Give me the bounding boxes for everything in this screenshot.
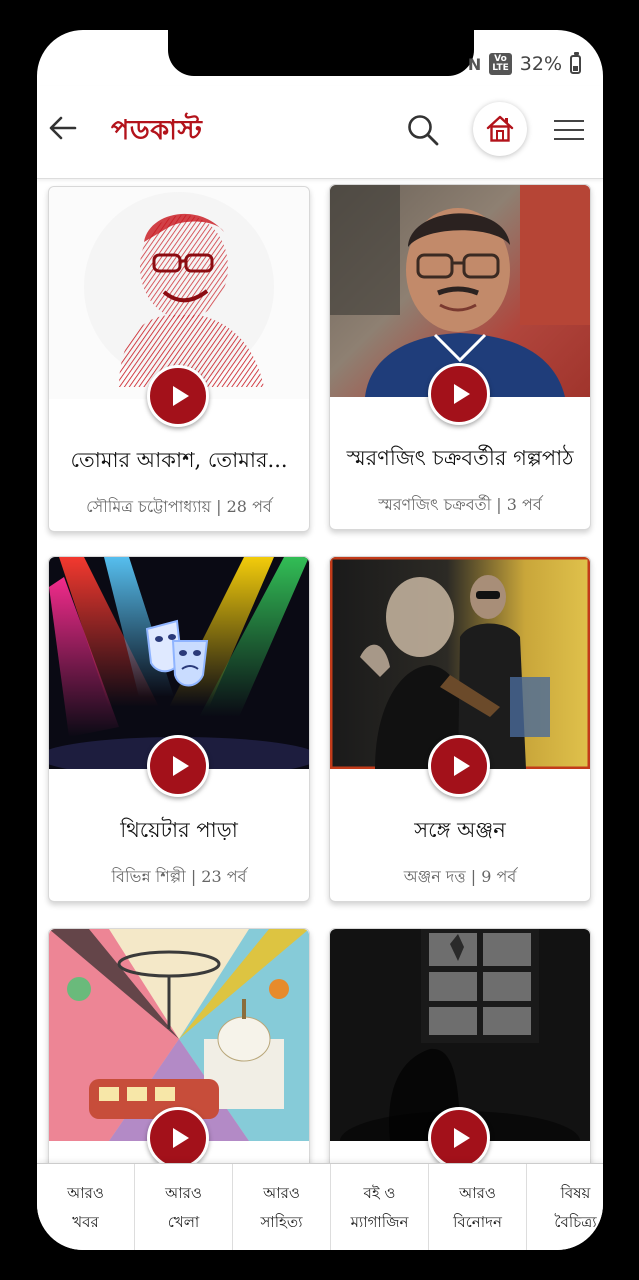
nav-label: আরও xyxy=(67,1183,104,1202)
home-button[interactable] xyxy=(473,102,527,156)
nav-item-books-magazines[interactable]: বই ও ম্যাগাজিন xyxy=(331,1164,429,1250)
nav-label: বৈচিত্র্য xyxy=(554,1212,597,1231)
back-arrow-icon xyxy=(49,116,77,140)
nav-label: ম্যাগাজিন xyxy=(350,1212,409,1231)
podcast-meta: বিভিন্ন শিল্পী | 23 পর্ব xyxy=(111,867,247,886)
app-header: পডকাস্ট xyxy=(37,86,603,179)
status-bar: N Vo LTE 32% xyxy=(468,50,581,78)
play-button[interactable] xyxy=(147,1107,209,1164)
nav-label: খবর xyxy=(72,1212,99,1231)
menu-line-icon xyxy=(554,120,584,122)
podcast-meta: সৌমিত্র চট্টোপাধ্যায় | 28 পর্ব xyxy=(86,497,272,516)
podcast-card[interactable]: স্মরণজিৎ চক্রবর্তীর গল্পপাঠ স্মরণজিৎ চক্… xyxy=(329,184,591,530)
battery-icon xyxy=(570,51,581,74)
nav-label: আরও xyxy=(459,1183,496,1202)
menu-line-icon xyxy=(554,129,584,131)
nav-item-variety[interactable]: বিষয় বৈচিত্র্য xyxy=(527,1164,603,1250)
page-title: পডকাস্ট xyxy=(111,115,203,146)
play-button[interactable] xyxy=(428,363,490,425)
nav-item-more-entertainment[interactable]: আরও বিনোদন xyxy=(429,1164,527,1250)
podcast-title: স্মরণজিৎ চক্রবর্তীর গল্পপাঠ xyxy=(346,446,574,470)
hamburger-menu-button[interactable] xyxy=(554,118,586,142)
camera-notch xyxy=(168,30,474,76)
podcast-grid: তোমার আকাশ, তোমার... সৌমিত্র চট্টোপাধ্যা… xyxy=(37,179,603,1164)
podcast-card[interactable]: থিয়েটার পাড়া বিভিন্ন শিল্পী | 23 পর্ব xyxy=(48,556,310,902)
podcast-card[interactable] xyxy=(329,928,591,1164)
volte-badge: Vo LTE xyxy=(489,53,512,75)
podcast-title: সঙ্গে অঞ্জন xyxy=(414,818,506,842)
nav-item-more-literature[interactable]: আরও সাহিত্য xyxy=(233,1164,331,1250)
home-icon xyxy=(486,115,514,142)
play-button[interactable] xyxy=(428,1107,490,1164)
play-button[interactable] xyxy=(147,365,209,427)
battery-fill xyxy=(573,65,578,71)
nav-item-more-news[interactable]: আরও খবর xyxy=(37,1164,135,1250)
podcast-meta: স্মরণজিৎ চক্রবর্তী | 3 পর্ব xyxy=(378,495,542,514)
search-button[interactable] xyxy=(405,112,441,148)
nav-label: খেলা xyxy=(167,1212,200,1231)
nav-label: আরও xyxy=(165,1183,202,1202)
podcast-title: থিয়েটার পাড়া xyxy=(120,818,238,842)
nav-label: বিষয় xyxy=(560,1183,591,1202)
nav-label: বই ও xyxy=(363,1183,396,1202)
podcast-card[interactable]: তোমার আকাশ, তোমার... সৌমিত্র চট্টোপাধ্যা… xyxy=(48,186,310,532)
nav-label: বিনোদন xyxy=(453,1212,502,1231)
search-icon xyxy=(408,115,439,146)
podcast-card[interactable] xyxy=(48,928,310,1164)
battery-percent: 32% xyxy=(519,53,562,75)
nfc-signal-icon: N xyxy=(467,54,482,74)
play-button[interactable] xyxy=(147,735,209,797)
nav-label: সাহিত্য xyxy=(260,1212,303,1231)
nav-item-more-sports[interactable]: আরও খেলা xyxy=(135,1164,233,1250)
podcast-card[interactable]: সঙ্গে অঞ্জন অঞ্জন দত্ত | 9 পর্ব xyxy=(329,556,591,902)
menu-line-icon xyxy=(554,138,584,140)
bottom-navigation: আরও খবর আরও খেলা আরও সাহিত্য বই ও ম্যাগা… xyxy=(37,1163,603,1250)
play-button[interactable] xyxy=(428,735,490,797)
nav-label: আরও xyxy=(263,1183,300,1202)
back-button[interactable] xyxy=(47,112,79,144)
phone-screen: N Vo LTE 32% পডকাস্ট তোমার আকাশ, তোমার..… xyxy=(37,30,603,1250)
podcast-title: তোমার আকাশ, তোমার... xyxy=(70,448,288,472)
podcast-meta: অঞ্জন দত্ত | 9 পর্ব xyxy=(403,867,517,886)
